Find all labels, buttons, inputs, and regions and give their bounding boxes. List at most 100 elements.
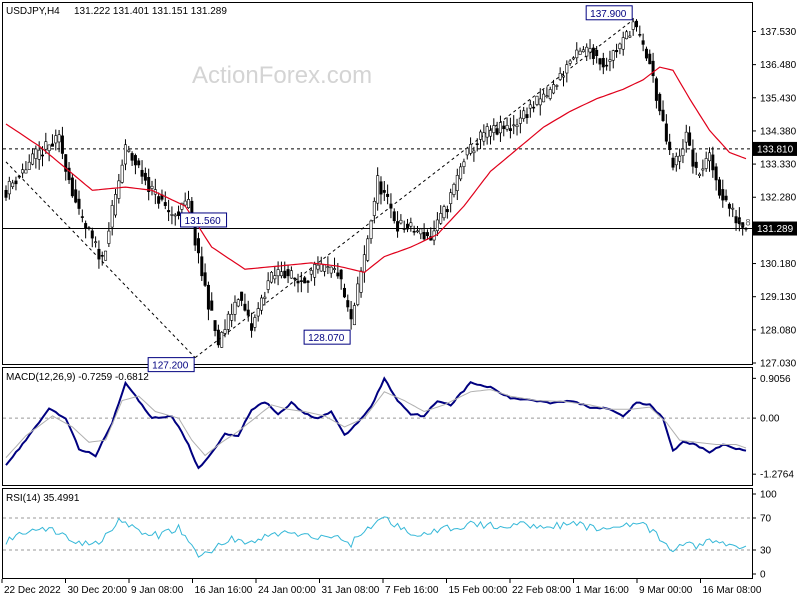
candle-body [220,332,224,348]
macd-y-tick-label: -1.2764 [760,470,794,481]
x-tick-label: 16 Jan 16:00 [195,585,253,596]
candle-body [342,287,346,298]
candle-body [664,123,668,142]
price-y-tick-label: 134.380 [760,126,797,137]
candle-body [37,149,41,160]
price-annotation-label: 137.900 [590,9,627,20]
candle-body [545,95,549,98]
candle-body [323,264,327,272]
candle-body [618,43,622,49]
candle-body [100,255,104,257]
candle-body [485,126,489,138]
candle-body [532,106,536,109]
candle-body [611,50,615,61]
candle-body [518,117,522,124]
rsi-header: RSI(14) 35.4991 [6,493,80,504]
price-y-tick-label: 129.130 [760,292,797,303]
candle-body [333,268,337,271]
candle-body [107,230,111,244]
candle-body [505,125,509,130]
candle-body [634,20,638,28]
candle-body [449,192,453,204]
price-y-tick-label: 130.180 [760,259,797,270]
candle-body [21,169,25,174]
price-header-symbol: USDJPY,H4 [6,6,60,17]
candle-body [578,50,582,55]
candle-body [681,148,685,156]
candle-body [628,35,632,38]
candle-body [173,214,177,217]
x-tick-label: 9 Jan 08:00 [131,585,184,596]
candle-body [243,303,247,311]
candle-body [415,230,419,233]
candle-body [605,64,609,67]
candle-body [684,131,688,143]
macd-y-tick-label: 0.00 [760,414,780,425]
candle-body [84,223,88,229]
candle-body [127,149,131,152]
candle-body [27,161,31,170]
candle-body [608,59,612,62]
candle-body [233,301,237,315]
candle-body [399,219,403,224]
candle-body [691,149,695,167]
candle-body [303,277,307,284]
candle-body [542,93,546,103]
candle-body [167,210,171,213]
candle-body [143,172,147,181]
candle-body [658,93,662,112]
candle-body [362,254,366,273]
candle-body [339,269,343,280]
candle-body [535,95,539,105]
candle-body [4,189,8,198]
candle-body [306,280,310,283]
candle-body [392,211,396,222]
candle-body [382,190,386,193]
rsi-y-tick-label: 100 [760,490,777,501]
candle-body [389,203,393,209]
candle-body [548,89,552,99]
candle-body [117,180,121,199]
candle-body [133,155,137,166]
candle-body [425,232,429,237]
candle-body [661,109,665,121]
candle-body [439,213,443,224]
price-annotation-label: 127.200 [152,361,189,372]
candle-body [120,164,124,183]
price-badge-label: 131.289 [757,224,794,235]
price-annotation-label: 131.560 [185,216,222,227]
candle-body [94,241,98,244]
candle-body [236,299,240,307]
candle-body [349,309,353,320]
candle-body [230,314,234,321]
candle-body [731,207,735,210]
macd-y-tick-label: 0.9056 [760,374,791,385]
candle-body [200,256,204,277]
candle-body [273,275,277,280]
candle-body [70,177,74,197]
candle-body [452,184,456,195]
candle-body [445,209,449,213]
candle-body [459,166,463,180]
candle-body [552,84,556,94]
candle-body [17,175,21,178]
candle-body [57,134,61,143]
candle-body [299,280,303,282]
candle-body [508,128,512,131]
candle-body [601,57,605,68]
price-y-tick-label: 127.030 [760,359,797,370]
candle-body [210,300,214,311]
candle-body [644,48,648,59]
candle-body [538,98,542,106]
price-y-tick-label: 136.480 [760,60,797,71]
candle-body [223,329,227,334]
price-y-tick-label: 128.080 [760,325,797,336]
candle-body [206,284,210,310]
x-tick-label: 9 Mar 00:00 [639,585,693,596]
candle-body [442,206,446,219]
candle-body [50,143,54,147]
candle-body [465,148,469,156]
candle-body [638,34,642,36]
background [0,0,800,600]
candle-body [479,131,483,140]
